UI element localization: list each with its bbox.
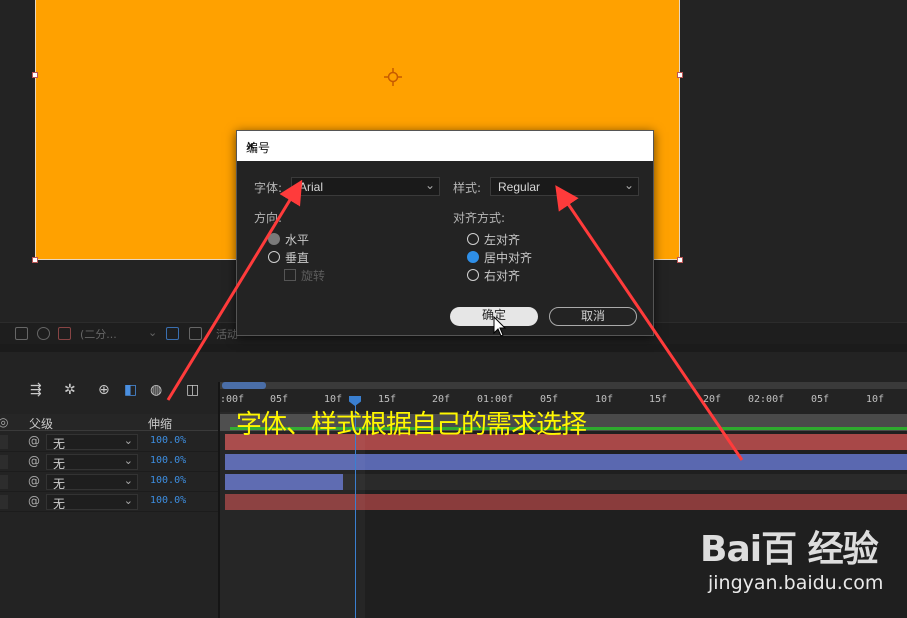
panel-divider — [0, 344, 907, 352]
show-snapshot-icon[interactable] — [37, 327, 50, 340]
transform-handle[interactable] — [677, 72, 683, 78]
rotate-label[interactable]: 旋转 — [301, 267, 325, 284]
view-label[interactable]: 活动 — [216, 326, 238, 342]
3d-column-icon: ◎ — [0, 415, 9, 429]
layer-label-box[interactable] — [0, 435, 8, 449]
stretch-value[interactable]: 100.0% — [150, 435, 186, 446]
parent-select[interactable]: 无 ⌄ — [46, 494, 138, 511]
align-center-label[interactable]: 居中对齐 — [484, 249, 532, 266]
align-label: 对齐方式: — [453, 211, 506, 225]
ruler-tick-label: 05f — [811, 394, 830, 405]
snapshot-icon[interactable] — [15, 327, 28, 340]
anchor-point-icon[interactable] — [384, 68, 402, 86]
frame-blending-icon[interactable]: ⊕ — [98, 382, 110, 398]
chevron-down-icon: ⌄ — [148, 326, 158, 339]
stretch-column-label[interactable]: 伸缩 — [148, 415, 172, 432]
parent-select[interactable]: 无 ⌄ — [46, 454, 138, 471]
dialog-title-bar[interactable]: 编号 ✕ — [237, 131, 653, 161]
align-right-radio[interactable] — [467, 269, 479, 281]
parent-pickwhip-icon[interactable]: @ — [28, 474, 40, 488]
timeline-switches: ⇶ ✲ ⊕ ◧ ◍ ◫ — [0, 382, 218, 402]
transform-handle[interactable] — [677, 257, 683, 263]
style-label: 样式: — [453, 181, 482, 195]
chevron-down-icon: ⌄ — [424, 178, 435, 192]
resolution-select[interactable]: (二分... — [80, 326, 117, 342]
parent-pickwhip-icon[interactable]: @ — [28, 434, 40, 448]
layer-row[interactable]: @ 无 ⌄ 100.0% — [0, 452, 218, 472]
layer-row[interactable]: @ 无 ⌄ 100.0% — [0, 432, 218, 452]
parent-select[interactable]: 无 ⌄ — [46, 474, 138, 491]
graph-editor-icon[interactable]: ◍ — [150, 382, 162, 398]
parent-column-label[interactable]: 父级 — [29, 415, 53, 432]
ruler-tick-label: 10f — [866, 394, 885, 405]
ruler-tick-label: 20f — [703, 394, 722, 405]
ruler-tick-label: 15f — [649, 394, 668, 405]
stretch-value[interactable]: 100.0% — [150, 455, 186, 466]
watermark-logo: Bai百 经验 — [700, 529, 879, 570]
time-navigator-handle[interactable] — [222, 382, 266, 389]
chevron-down-icon: ⌄ — [123, 434, 133, 447]
annotation-text: 字体、样式根据自己的需求选择 — [236, 410, 587, 440]
parent-select[interactable]: 无 ⌄ — [46, 434, 138, 451]
transform-handle[interactable] — [32, 72, 38, 78]
transparency-grid-icon[interactable] — [189, 327, 202, 340]
ruler-tick-label: 10f — [595, 394, 614, 405]
layer-row[interactable]: @ 无 ⌄ 100.0% — [0, 472, 218, 492]
numbering-dialog: 编号 ✕ 字体: Arial ⌄ 样式: Regular ⌄ 方向: 水平 垂直 旋… — [236, 130, 654, 336]
chevron-down-icon: ⌄ — [123, 454, 133, 467]
parent-pickwhip-icon[interactable]: @ — [28, 494, 40, 508]
font-select[interactable]: Arial ⌄ — [291, 177, 440, 196]
cancel-button[interactable]: 取消 — [549, 307, 637, 326]
font-label: 字体: — [254, 181, 283, 195]
baidu-jingyan-watermark: Bai百 经验 jingyan.baidu.com — [700, 520, 900, 610]
empty-track — [343, 474, 907, 490]
mouse-cursor-icon — [493, 316, 507, 337]
channel-icon[interactable] — [58, 327, 71, 340]
layer-label-box[interactable] — [0, 475, 8, 489]
rotate-checkbox[interactable] — [284, 269, 296, 281]
ruler-tick-label: 02:00f — [748, 394, 785, 405]
motion-blur-icon[interactable]: ◧ — [124, 382, 137, 398]
watermark-url: jingyan.baidu.com — [708, 572, 884, 594]
layer-label-box[interactable] — [0, 495, 8, 509]
align-center-radio[interactable] — [467, 251, 479, 263]
close-icon[interactable]: ✕ — [246, 139, 643, 153]
chevron-down-icon: ⌄ — [123, 494, 133, 507]
work-area-highlight — [220, 412, 365, 618]
layer-column-header: ◎ 父级 伸缩 — [0, 414, 218, 431]
direction-horizontal-label[interactable]: 水平 — [285, 231, 309, 248]
time-navigator[interactable] — [220, 382, 907, 389]
align-left-label[interactable]: 左对齐 — [484, 231, 520, 248]
align-left-radio[interactable] — [467, 233, 479, 245]
composition-flowchart-icon[interactable]: ◫ — [186, 382, 199, 398]
direction-vertical-radio[interactable] — [268, 251, 280, 263]
draft-3d-icon[interactable]: ⇶ — [30, 382, 42, 398]
parent-pickwhip-icon[interactable]: @ — [28, 454, 40, 468]
style-select[interactable]: Regular ⌄ — [490, 177, 639, 196]
stretch-value[interactable]: 100.0% — [150, 495, 186, 506]
align-right-label[interactable]: 右对齐 — [484, 267, 520, 284]
chevron-down-icon: ⌄ — [623, 178, 634, 192]
direction-label: 方向: — [254, 211, 283, 225]
layer-row[interactable]: @ 无 ⌄ 100.0% — [0, 492, 218, 512]
direction-vertical-label[interactable]: 垂直 — [285, 249, 309, 266]
direction-horizontal-radio[interactable] — [268, 233, 280, 245]
stretch-value[interactable]: 100.0% — [150, 475, 186, 486]
shy-layers-icon[interactable]: ✲ — [64, 382, 76, 398]
region-of-interest-icon[interactable] — [166, 327, 179, 340]
chevron-down-icon: ⌄ — [123, 474, 133, 487]
transform-handle[interactable] — [32, 257, 38, 263]
layer-label-box[interactable] — [0, 455, 8, 469]
